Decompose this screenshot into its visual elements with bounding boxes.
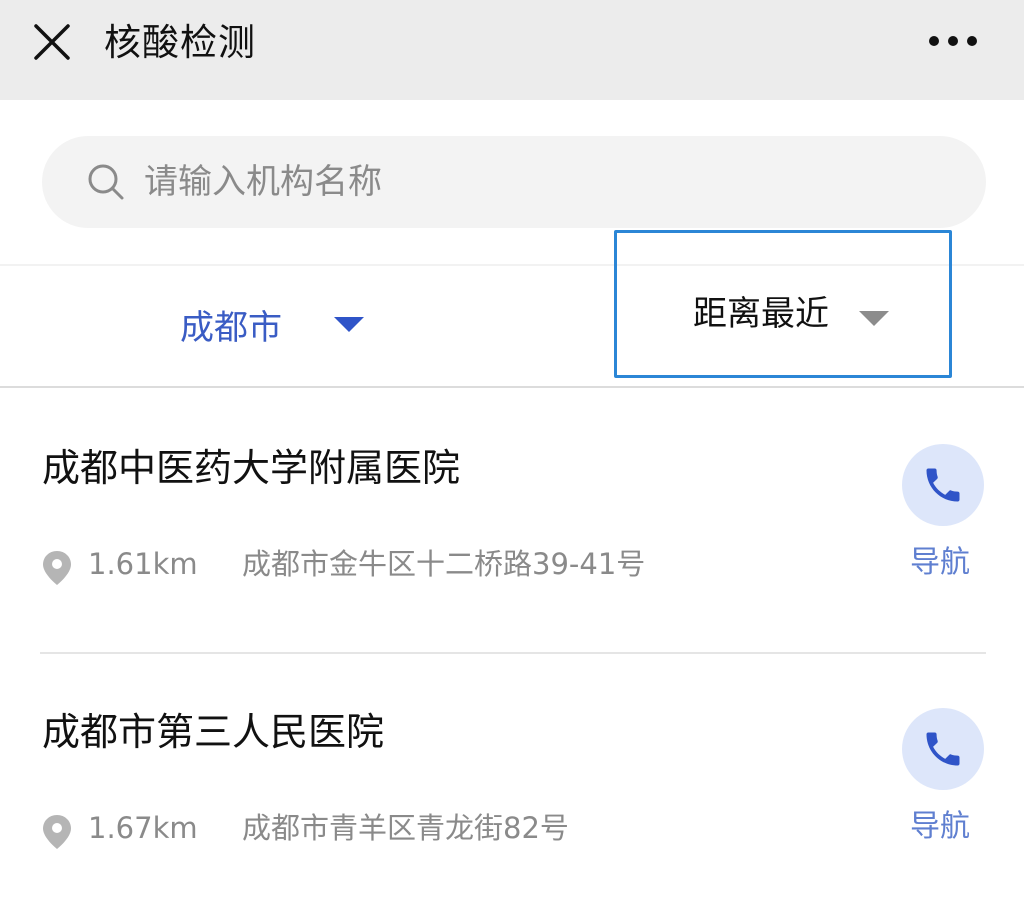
city-filter-label: 成都市 <box>180 307 282 348</box>
navigate-link[interactable]: 导航 <box>910 804 970 850</box>
hospital-name: 成都市第三人民医院 <box>42 710 385 754</box>
triangle-down-icon <box>334 316 364 332</box>
search-input[interactable] <box>144 152 944 212</box>
address-text: 成都市金牛区十二桥路39-41号 <box>242 547 646 581</box>
search-bar[interactable] <box>42 136 986 228</box>
list-item[interactable]: 成都中医药大学附属医院 1.61km 成都市金牛区十二桥路39-41号 导航 <box>0 390 1024 654</box>
filter-bar: 成都市 距离最近 <box>0 230 1024 388</box>
address-text: 成都市青羊区青龙街82号 <box>242 811 569 845</box>
list-item[interactable]: 成都市第三人民医院 1.67km 成都市青羊区青龙街82号 导航 <box>0 654 1024 898</box>
sort-filter-label: 距离最近 <box>693 294 829 334</box>
distance-text: 1.61km <box>88 547 198 581</box>
page-title: 核酸检测 <box>104 21 256 64</box>
hospital-name: 成都中医药大学附属医院 <box>42 446 461 490</box>
city-filter-dropdown[interactable]: 成都市 <box>180 294 364 354</box>
location-pin-icon <box>42 814 72 850</box>
more-icon[interactable] <box>922 28 984 54</box>
search-icon <box>86 162 126 202</box>
distance-text: 1.67km <box>88 811 198 845</box>
location-pin-icon <box>42 550 72 586</box>
triangle-down-icon <box>859 311 889 326</box>
close-icon[interactable] <box>28 20 76 64</box>
phone-icon[interactable] <box>902 708 984 790</box>
navigate-link[interactable]: 导航 <box>910 540 970 586</box>
sort-filter-dropdown[interactable]: 距离最近 <box>614 230 952 378</box>
top-bar: 核酸检测 <box>0 0 1024 100</box>
phone-icon[interactable] <box>902 444 984 526</box>
